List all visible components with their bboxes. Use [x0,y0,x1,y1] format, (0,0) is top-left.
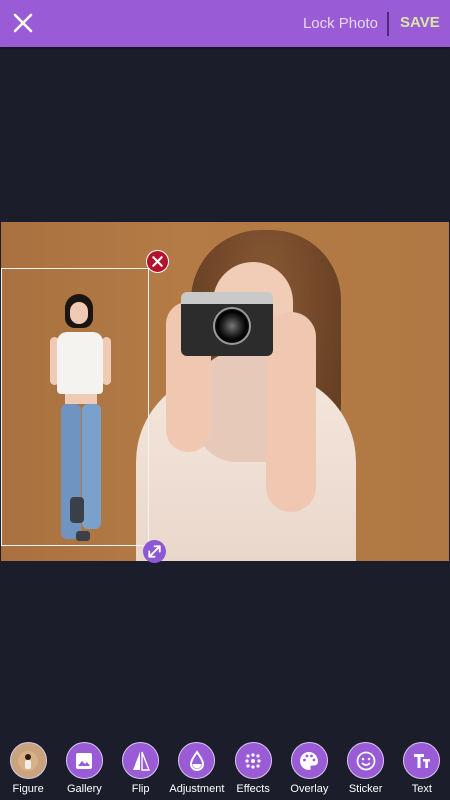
resize-figure-icon[interactable] [143,540,166,563]
selected-figure[interactable] [1,268,149,546]
effects-button[interactable]: Effects [225,742,281,800]
flip-icon [122,742,160,779]
effects-label: Effects [236,783,270,795]
dots-icon [234,742,272,779]
header-divider [387,12,389,36]
figure-label: Figure [12,783,44,795]
adjustment-label: Adjustment [169,783,225,795]
figure-thumbnail-icon [9,742,47,779]
adjustment-button[interactable]: Adjustment [169,742,225,800]
image-icon [65,742,103,779]
text-label: Text [411,783,432,795]
lock-photo-button[interactable]: Lock Photo [303,15,378,32]
photo-canvas[interactable] [1,222,449,561]
bottom-toolbar: Figure Gallery Flip Adjustment Effects O… [0,742,450,800]
overlay-label: Overlay [290,783,329,795]
overlay-button[interactable]: Overlay [281,742,337,800]
sticker-button[interactable]: Sticker [338,742,394,800]
close-icon[interactable] [10,10,36,36]
smiley-icon [347,742,385,779]
delete-figure-icon[interactable] [146,250,169,273]
flip-button[interactable]: Flip [113,742,169,800]
text-button[interactable]: Text [394,742,450,800]
gallery-button[interactable]: Gallery [56,742,112,800]
gallery-label: Gallery [66,783,102,795]
save-button[interactable]: SAVE [400,14,440,31]
figure-button[interactable]: Figure [0,742,56,800]
palette-icon [290,742,328,779]
sticker-label: Sticker [348,783,383,795]
top-app-bar: Lock Photo SAVE [0,0,450,47]
flip-label: Flip [131,783,150,795]
drop-icon [178,742,216,779]
text-icon [403,742,441,779]
